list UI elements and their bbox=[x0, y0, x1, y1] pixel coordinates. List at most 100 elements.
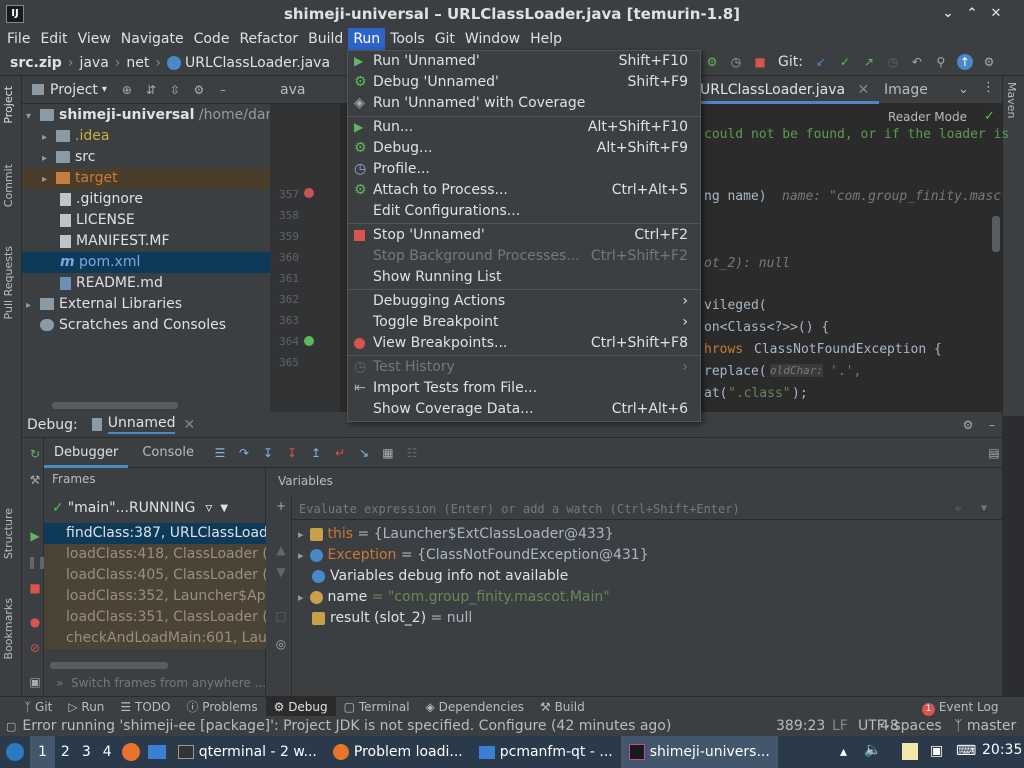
menu-file[interactable]: File bbox=[2, 28, 35, 50]
frame-row[interactable]: checkAndLoadMain:601, Launc bbox=[44, 628, 266, 649]
stop-icon[interactable]: ■ bbox=[27, 580, 43, 596]
add-watch-icon[interactable]: + bbox=[273, 498, 289, 514]
more-icon[interactable]: ⋮ bbox=[982, 80, 995, 95]
menu-code[interactable]: Code bbox=[189, 28, 235, 50]
menu-item-show-running-list[interactable]: Show Running List bbox=[348, 267, 700, 288]
frame-row[interactable]: loadClass:352, Launcher$AppC bbox=[44, 586, 266, 607]
menu-edit[interactable]: Edit bbox=[35, 28, 72, 50]
horizontal-scrollbar[interactable] bbox=[52, 402, 178, 409]
variable-row[interactable]: ▸ name = "com.group_finity.mascot.Main" bbox=[298, 587, 610, 608]
chevron-down-icon[interactable]: ▼ bbox=[981, 503, 987, 514]
move-down-icon[interactable]: ▼ bbox=[273, 564, 289, 580]
settings-icon[interactable]: ⚙ bbox=[981, 54, 997, 70]
lambda-marker-icon[interactable] bbox=[304, 336, 314, 346]
tab-image[interactable]: Image bbox=[874, 76, 938, 104]
start-menu-icon[interactable] bbox=[0, 736, 30, 768]
frame-row[interactable]: loadClass:405, ClassLoader (ja bbox=[44, 565, 266, 586]
menu-view[interactable]: View bbox=[73, 28, 116, 50]
variable-row[interactable]: ▸ this = {Launcher$ExtClassLoader@433} bbox=[298, 524, 614, 545]
tool-problems[interactable]: ⓘ Problems bbox=[178, 697, 265, 717]
frame-row[interactable]: loadClass:351, ClassLoader (ja bbox=[44, 607, 266, 628]
git-update-icon[interactable]: ↙ bbox=[813, 54, 829, 70]
firefox-launcher-icon[interactable] bbox=[118, 736, 144, 768]
camera-icon[interactable]: ▣ bbox=[27, 674, 43, 690]
status-message[interactable]: Error running 'shimeji-ee [package]': Pr… bbox=[22, 718, 671, 734]
mute-breakpoints-icon[interactable]: ⊘ bbox=[27, 640, 43, 656]
layout-icon[interactable]: ▤ bbox=[986, 445, 1002, 461]
menu-item-run-dialog[interactable]: ▶ Run... Alt+Shift+F10 bbox=[348, 117, 700, 138]
wrench-icon[interactable]: ⚒ bbox=[27, 472, 43, 488]
locate-icon[interactable]: ⊕ bbox=[119, 82, 135, 98]
network-icon[interactable]: ▣ bbox=[930, 743, 943, 759]
tool-windows-icon[interactable]: ▢ bbox=[6, 720, 16, 733]
volume-icon[interactable]: 🔈 bbox=[864, 742, 881, 758]
breadcrumb-net[interactable]: net bbox=[126, 55, 149, 71]
debug-icon[interactable]: ⚙ bbox=[704, 54, 720, 70]
desktop-4[interactable]: 4 bbox=[97, 736, 118, 768]
menu-refactor[interactable]: Refactor bbox=[234, 28, 303, 50]
move-up-icon[interactable]: ▲ bbox=[273, 542, 289, 558]
step-into-icon[interactable]: ↧ bbox=[260, 445, 276, 461]
menu-item-run-coverage[interactable]: ◈ Run 'Unnamed' with Coverage bbox=[348, 93, 700, 114]
close-icon[interactable]: ✕ bbox=[986, 4, 1006, 24]
menu-item-profile[interactable]: ◷ Profile... bbox=[348, 159, 700, 180]
tool-bookmarks[interactable]: Bookmarks bbox=[2, 598, 15, 659]
rerun-icon[interactable]: ↻ bbox=[27, 446, 43, 462]
gear-icon[interactable]: ⚙ bbox=[960, 417, 976, 433]
tree-item-pom[interactable]: m pom.xml bbox=[22, 252, 270, 273]
trace-icon[interactable]: ☷ bbox=[404, 445, 420, 461]
frame-row[interactable]: findClass:387, URLClassLoader bbox=[44, 523, 266, 544]
force-step-into-icon[interactable]: ↧ bbox=[284, 445, 300, 461]
tab-console[interactable]: Console bbox=[128, 438, 208, 468]
menu-navigate[interactable]: Navigate bbox=[116, 28, 189, 50]
git-push-icon[interactable]: ↗ bbox=[861, 54, 877, 70]
tree-item-gitignore[interactable]: .gitignore bbox=[22, 189, 270, 210]
link-icon[interactable]: ⚭ bbox=[953, 502, 963, 516]
copy-icon[interactable]: □ bbox=[273, 608, 289, 624]
menu-item-stop[interactable]: Stop 'Unnamed' Ctrl+F2 bbox=[348, 225, 700, 246]
indent-setting[interactable]: 4 spaces bbox=[880, 718, 942, 734]
run-to-cursor-icon[interactable]: ↘ bbox=[356, 445, 372, 461]
tool-debug[interactable]: ⚙ Debug bbox=[265, 696, 336, 717]
clipboard-icon[interactable] bbox=[902, 743, 918, 760]
menu-item-debug-dialog[interactable]: ⚙ Debug... Alt+Shift+F9 bbox=[348, 138, 700, 159]
evaluate-expression-input[interactable]: Evaluate expression (Enter) or add a wat… bbox=[293, 498, 1002, 520]
clock[interactable]: 20:35 bbox=[982, 742, 1022, 758]
tree-item-src[interactable]: ▸ src bbox=[22, 147, 270, 168]
reader-mode-toggle[interactable]: Reader Mode bbox=[888, 110, 967, 124]
tree-item-manifest[interactable]: MANIFEST.MF bbox=[22, 231, 270, 252]
menu-item-edit-configurations[interactable]: Edit Configurations... bbox=[348, 201, 700, 222]
menu-item-view-breakpoints[interactable]: View Breakpoints... Ctrl+Shift+F8 bbox=[348, 333, 700, 354]
variable-row[interactable]: ▸ Exception = {ClassNotFoundException@431… bbox=[298, 545, 649, 566]
line-separator[interactable]: LF bbox=[832, 718, 848, 734]
menu-item-run-unnamed[interactable]: ▶ Run 'Unnamed' Shift+F10 bbox=[348, 51, 700, 72]
menu-item-import-tests[interactable]: ⇤ Import Tests from File... bbox=[348, 378, 700, 399]
tree-item-scratches[interactable]: Scratches and Consoles bbox=[22, 315, 270, 336]
gear-icon[interactable]: ⚙ bbox=[191, 82, 207, 98]
git-commit-icon[interactable]: ✓ bbox=[837, 54, 853, 70]
filter-icon[interactable]: ▿ bbox=[205, 500, 212, 516]
tree-root[interactable]: ▾ shimeji-universal /home/dartz bbox=[22, 105, 284, 126]
menu-help[interactable]: Help bbox=[525, 28, 567, 50]
show-execution-point-icon[interactable]: ☰ bbox=[212, 445, 228, 461]
menu-item-attach[interactable]: ⚙ Attach to Process... Ctrl+Alt+5 bbox=[348, 180, 700, 201]
breadcrumb-zip[interactable]: src.zip bbox=[10, 55, 62, 71]
tree-item-target[interactable]: ▸ target bbox=[22, 168, 270, 189]
menu-tools[interactable]: Tools bbox=[385, 28, 430, 50]
ide-update-icon[interactable]: ↑ bbox=[956, 54, 973, 70]
menu-item-debug-unnamed[interactable]: ⚙ Debug 'Unnamed' Shift+F9 bbox=[348, 72, 700, 93]
expand-all-icon[interactable]: ⇵ bbox=[143, 82, 159, 98]
view-breakpoints-icon[interactable]: ● bbox=[27, 614, 43, 630]
resume-icon[interactable]: ▶ bbox=[27, 528, 43, 544]
menu-run[interactable]: Run bbox=[348, 28, 386, 50]
file-manager-launcher-icon[interactable] bbox=[144, 736, 170, 768]
profile-icon[interactable]: ◷ bbox=[728, 54, 744, 70]
undo-icon[interactable]: ↶ bbox=[909, 54, 925, 70]
tree-item-readme[interactable]: README.md bbox=[22, 273, 270, 294]
chevron-down-icon[interactable]: ▾ bbox=[102, 84, 107, 95]
eye-icon[interactable]: ◎ bbox=[273, 636, 289, 652]
drop-frame-icon[interactable]: ↵ bbox=[332, 445, 348, 461]
tree-item-external-libraries[interactable]: ▸ External Libraries bbox=[22, 294, 270, 315]
menu-window[interactable]: Window bbox=[460, 28, 525, 50]
minimize-icon[interactable]: ⌄ bbox=[938, 4, 958, 24]
